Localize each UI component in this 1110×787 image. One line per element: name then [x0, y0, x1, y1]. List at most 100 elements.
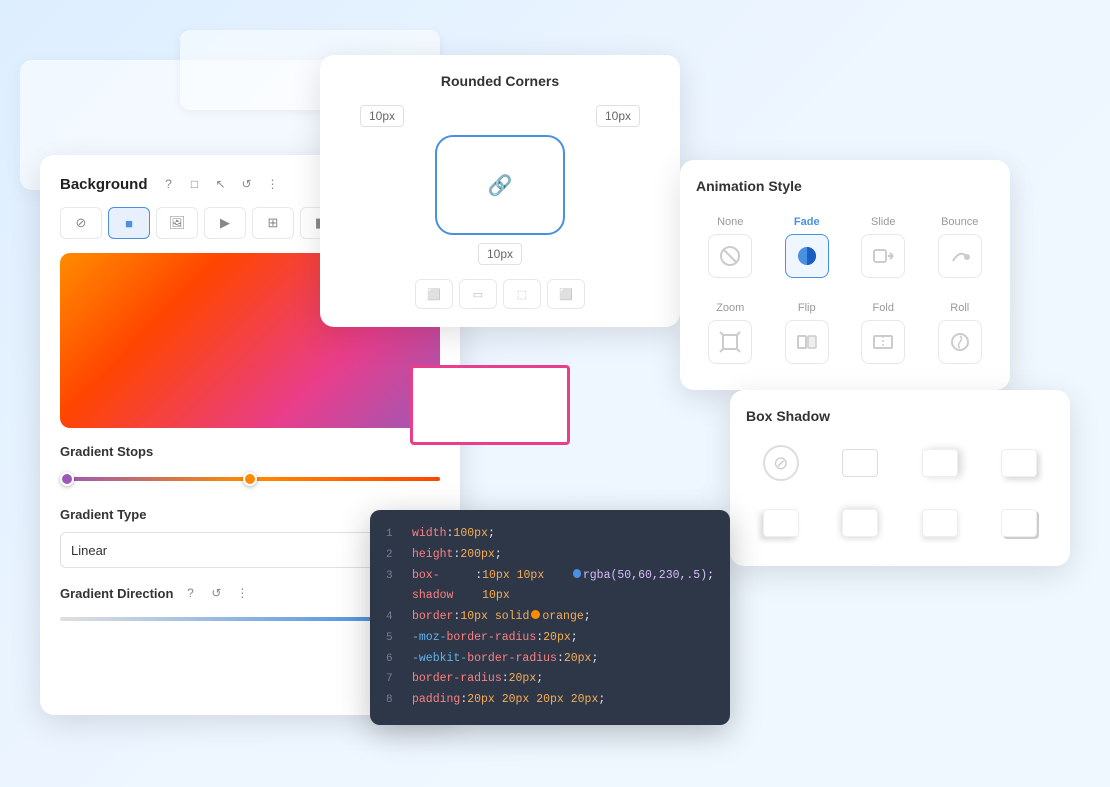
shadow-none-icon: ⊘ — [763, 445, 799, 481]
fill-solid-btn[interactable]: ■ — [108, 207, 150, 239]
pink-box-preview — [410, 365, 570, 445]
anim-item-bounce[interactable]: Bounce — [926, 208, 995, 286]
shape-btn-1[interactable]: ⬜ — [415, 279, 453, 309]
corner-value-tl[interactable]: 10px — [360, 105, 404, 127]
rounded-corners-panel: Rounded Corners 10px 10px 🔗 10px ⬜ ▭ ⬚ ⬜ — [320, 55, 680, 327]
rounded-box-preview: 🔗 — [435, 135, 565, 235]
anim-item-roll[interactable]: Roll — [926, 294, 995, 372]
anim-item-fold[interactable]: Fold — [849, 294, 918, 372]
gradient-stops-label: Gradient Stops — [60, 444, 440, 459]
stops-track[interactable] — [60, 477, 440, 481]
anim-label-flip: Flip — [798, 302, 816, 314]
line-num-8: 8 — [386, 691, 404, 711]
extra-icons-row: ⬜ ▭ ⬚ ⬜ — [340, 279, 660, 309]
shadow-flat[interactable] — [826, 438, 896, 488]
code-kw-5: -moz- — [412, 628, 447, 649]
shadow-right[interactable] — [905, 438, 975, 488]
direction-reset-icon[interactable]: ↺ — [207, 584, 225, 602]
direction-more-icon[interactable]: ⋮ — [233, 584, 251, 602]
shadow-bottom-left[interactable] — [746, 498, 816, 548]
anim-icon-none — [708, 234, 752, 278]
shadow-center-box — [842, 509, 878, 537]
color-dot-blue — [573, 569, 581, 578]
rounded-corners-title: Rounded Corners — [340, 73, 660, 89]
anim-icon-flip — [785, 320, 829, 364]
shadow-slight[interactable] — [905, 498, 975, 548]
anim-item-none[interactable]: None — [696, 208, 765, 286]
stop-handle-purple[interactable] — [60, 472, 74, 486]
shadow-corner[interactable] — [985, 498, 1055, 548]
corners-layout: 10px 10px 🔗 10px — [340, 105, 660, 265]
shadow-bottom-right[interactable] — [985, 438, 1055, 488]
anim-icon-zoom — [708, 320, 752, 364]
animation-grid: None Fade Slide Bounce Z — [696, 208, 994, 372]
anim-item-flip[interactable]: Flip — [773, 294, 842, 372]
shadow-corner-box — [1001, 509, 1037, 537]
line-num-7: 7 — [386, 670, 404, 690]
code-val-6: 20px — [564, 649, 592, 670]
code-line-8: 8 padding : 20px 20px 20px 20px ; — [386, 690, 714, 711]
anim-label-bounce: Bounce — [941, 216, 978, 228]
code-val-3b: rgba(50,60,230,.5) — [583, 566, 707, 587]
shape-btn-2[interactable]: ▭ — [459, 279, 497, 309]
code-val-1: 100px — [453, 524, 488, 545]
code-line-2: 2 height : 200px ; — [386, 545, 714, 566]
shadow-grid: ⊘ — [746, 438, 1054, 548]
line-num-5: 5 — [386, 629, 404, 649]
animation-style-panel: Animation Style None Fade Slide Bounce — [680, 160, 1010, 390]
line-num-2: 2 — [386, 546, 404, 566]
stop-handle-orange[interactable] — [243, 472, 257, 486]
shadow-center[interactable] — [826, 498, 896, 548]
code-val-8: 20px 20px 20px 20px — [467, 690, 598, 711]
code-prop-6: border-radius — [467, 649, 557, 670]
anim-icon-roll — [938, 320, 982, 364]
code-prop-4: border — [412, 607, 453, 628]
gradient-stops-row — [60, 469, 440, 489]
box-shadow-panel: Box Shadow ⊘ — [730, 390, 1070, 566]
fill-pattern-btn[interactable]: ⊞ — [252, 207, 294, 239]
corners-top-row: 10px 10px — [340, 105, 660, 127]
shadow-none[interactable]: ⊘ — [746, 438, 816, 488]
anim-label-roll: Roll — [950, 302, 969, 314]
direction-track[interactable] — [60, 617, 390, 621]
anim-item-fade[interactable]: Fade — [773, 208, 842, 286]
direction-help-icon[interactable]: ? — [181, 584, 199, 602]
fill-video-btn[interactable]: ▶ — [204, 207, 246, 239]
anim-icon-fold — [861, 320, 905, 364]
anim-icon-slide — [861, 234, 905, 278]
anim-item-slide[interactable]: Slide — [849, 208, 918, 286]
animation-style-title: Animation Style — [696, 178, 994, 194]
code-prop-8: padding — [412, 690, 460, 711]
fill-image-btn[interactable]: 🖼 — [156, 207, 198, 239]
line-num-4: 4 — [386, 608, 404, 628]
box-shadow-title: Box Shadow — [746, 408, 1054, 424]
anim-icon-fade — [785, 234, 829, 278]
undo-icon[interactable]: ↺ — [238, 175, 256, 193]
link-chain-icon: 🔗 — [488, 173, 513, 198]
corner-value-tr[interactable]: 10px — [596, 105, 640, 127]
shape-btn-3[interactable]: ⬚ — [503, 279, 541, 309]
layer-icon[interactable]: □ — [186, 175, 204, 193]
gradient-direction-label: Gradient Direction — [60, 586, 173, 601]
shape-btn-4[interactable]: ⬜ — [547, 279, 585, 309]
anim-label-slide: Slide — [871, 216, 895, 228]
corner-value-bottom[interactable]: 10px — [478, 243, 522, 265]
code-line-1: 1 width : 100px ; — [386, 524, 714, 545]
more-icon[interactable]: ⋮ — [264, 175, 282, 193]
anim-label-zoom: Zoom — [716, 302, 744, 314]
shadow-bl-box — [763, 509, 799, 537]
fill-none-btn[interactable]: ⊘ — [60, 207, 102, 239]
code-prop-2: height — [412, 545, 453, 566]
color-dot-orange — [531, 610, 540, 619]
cursor-icon[interactable]: ↖ — [212, 175, 230, 193]
code-line-3: 3 box-shadow : 10px 10px 10px rgba(50,60… — [386, 566, 714, 607]
code-prop-3: box-shadow — [412, 566, 475, 607]
code-val-2: 200px — [460, 545, 495, 566]
shadow-flat-box — [842, 449, 878, 477]
code-prop-7: border-radius — [412, 669, 502, 690]
line-num-6: 6 — [386, 650, 404, 670]
code-val-4a: 10px solid — [460, 607, 529, 628]
anim-item-zoom[interactable]: Zoom — [696, 294, 765, 372]
help-icon[interactable]: ? — [160, 175, 178, 193]
anim-icon-bounce — [938, 234, 982, 278]
